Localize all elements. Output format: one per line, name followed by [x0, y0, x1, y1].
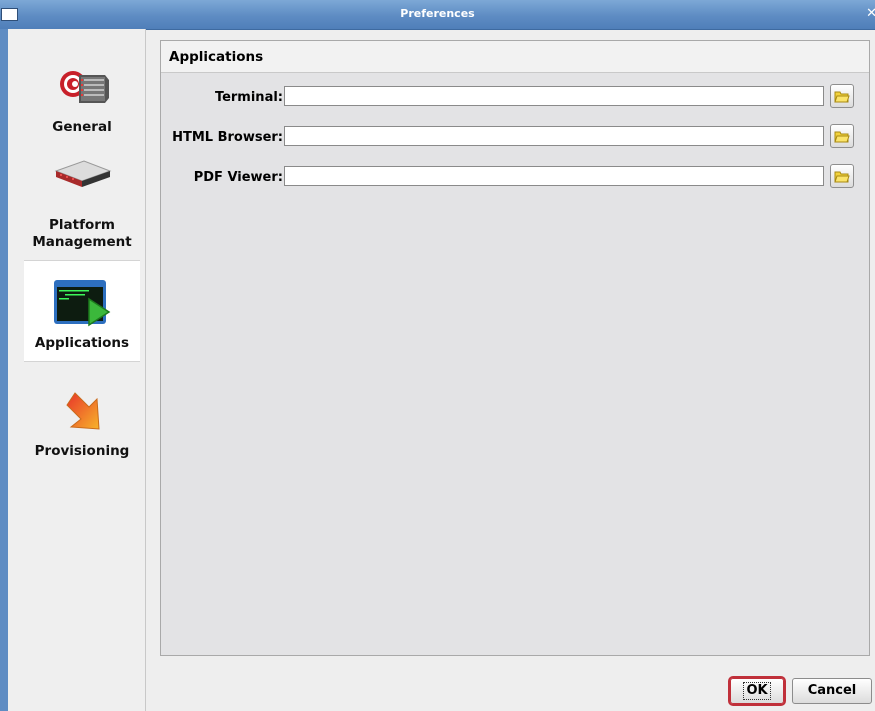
- window-frame: [0, 29, 8, 711]
- database-server-icon: [60, 71, 109, 103]
- html-browser-row: HTML Browser:: [161, 124, 869, 150]
- close-icon[interactable]: ✕: [866, 6, 875, 21]
- cancel-button[interactable]: Cancel: [792, 678, 872, 704]
- rack-server-icon: [54, 160, 112, 187]
- ok-button[interactable]: OK: [728, 676, 786, 706]
- terminal-row: Terminal:: [161, 84, 869, 110]
- sidebar-item-applications[interactable]: Applications: [24, 260, 140, 362]
- terminal-browse-button[interactable]: [830, 84, 854, 108]
- pdf-viewer-row: PDF Viewer:: [161, 164, 869, 190]
- arrow-down-right-icon: [66, 392, 100, 430]
- sidebar-item-platform-management[interactable]: Platform Management: [24, 157, 140, 257]
- html-browser-label: HTML Browser:: [172, 130, 283, 145]
- applications-panel: Applications Terminal: HTML Browser: PDF…: [160, 40, 870, 656]
- sidebar-item-label: General: [52, 119, 112, 135]
- preferences-window: Preferences ✕ General Platform Managemen…: [0, 0, 875, 711]
- sidebar-item-label: Provisioning: [34, 443, 130, 459]
- sidebar-item-provisioning[interactable]: Provisioning: [24, 385, 140, 465]
- folder-icon: [834, 131, 850, 143]
- html-browser-browse-button[interactable]: [830, 124, 854, 148]
- ok-button-label: OK: [743, 682, 771, 700]
- html-browser-path-input[interactable]: [284, 126, 824, 146]
- sidebar-item-general[interactable]: General: [24, 63, 140, 143]
- folder-icon: [834, 171, 850, 183]
- panel-header: Applications: [161, 41, 869, 73]
- pdf-viewer-browse-button[interactable]: [830, 164, 854, 188]
- sidebar-item-label: Applications: [34, 335, 130, 351]
- terminal-label: Terminal:: [214, 90, 283, 105]
- pdf-viewer-label: PDF Viewer:: [193, 170, 283, 185]
- folder-icon: [834, 91, 850, 103]
- pdf-viewer-path-input[interactable]: [284, 166, 824, 186]
- panel-title: Applications: [169, 49, 264, 65]
- window-title: Preferences: [400, 7, 475, 20]
- sidebar-item-label: Platform Management: [32, 217, 132, 250]
- title-bar[interactable]: Preferences ✕: [0, 0, 875, 30]
- preferences-sidebar: General Platform Management Applications…: [8, 29, 146, 711]
- terminal-app-icon: [54, 280, 111, 327]
- terminal-path-input[interactable]: [284, 86, 824, 106]
